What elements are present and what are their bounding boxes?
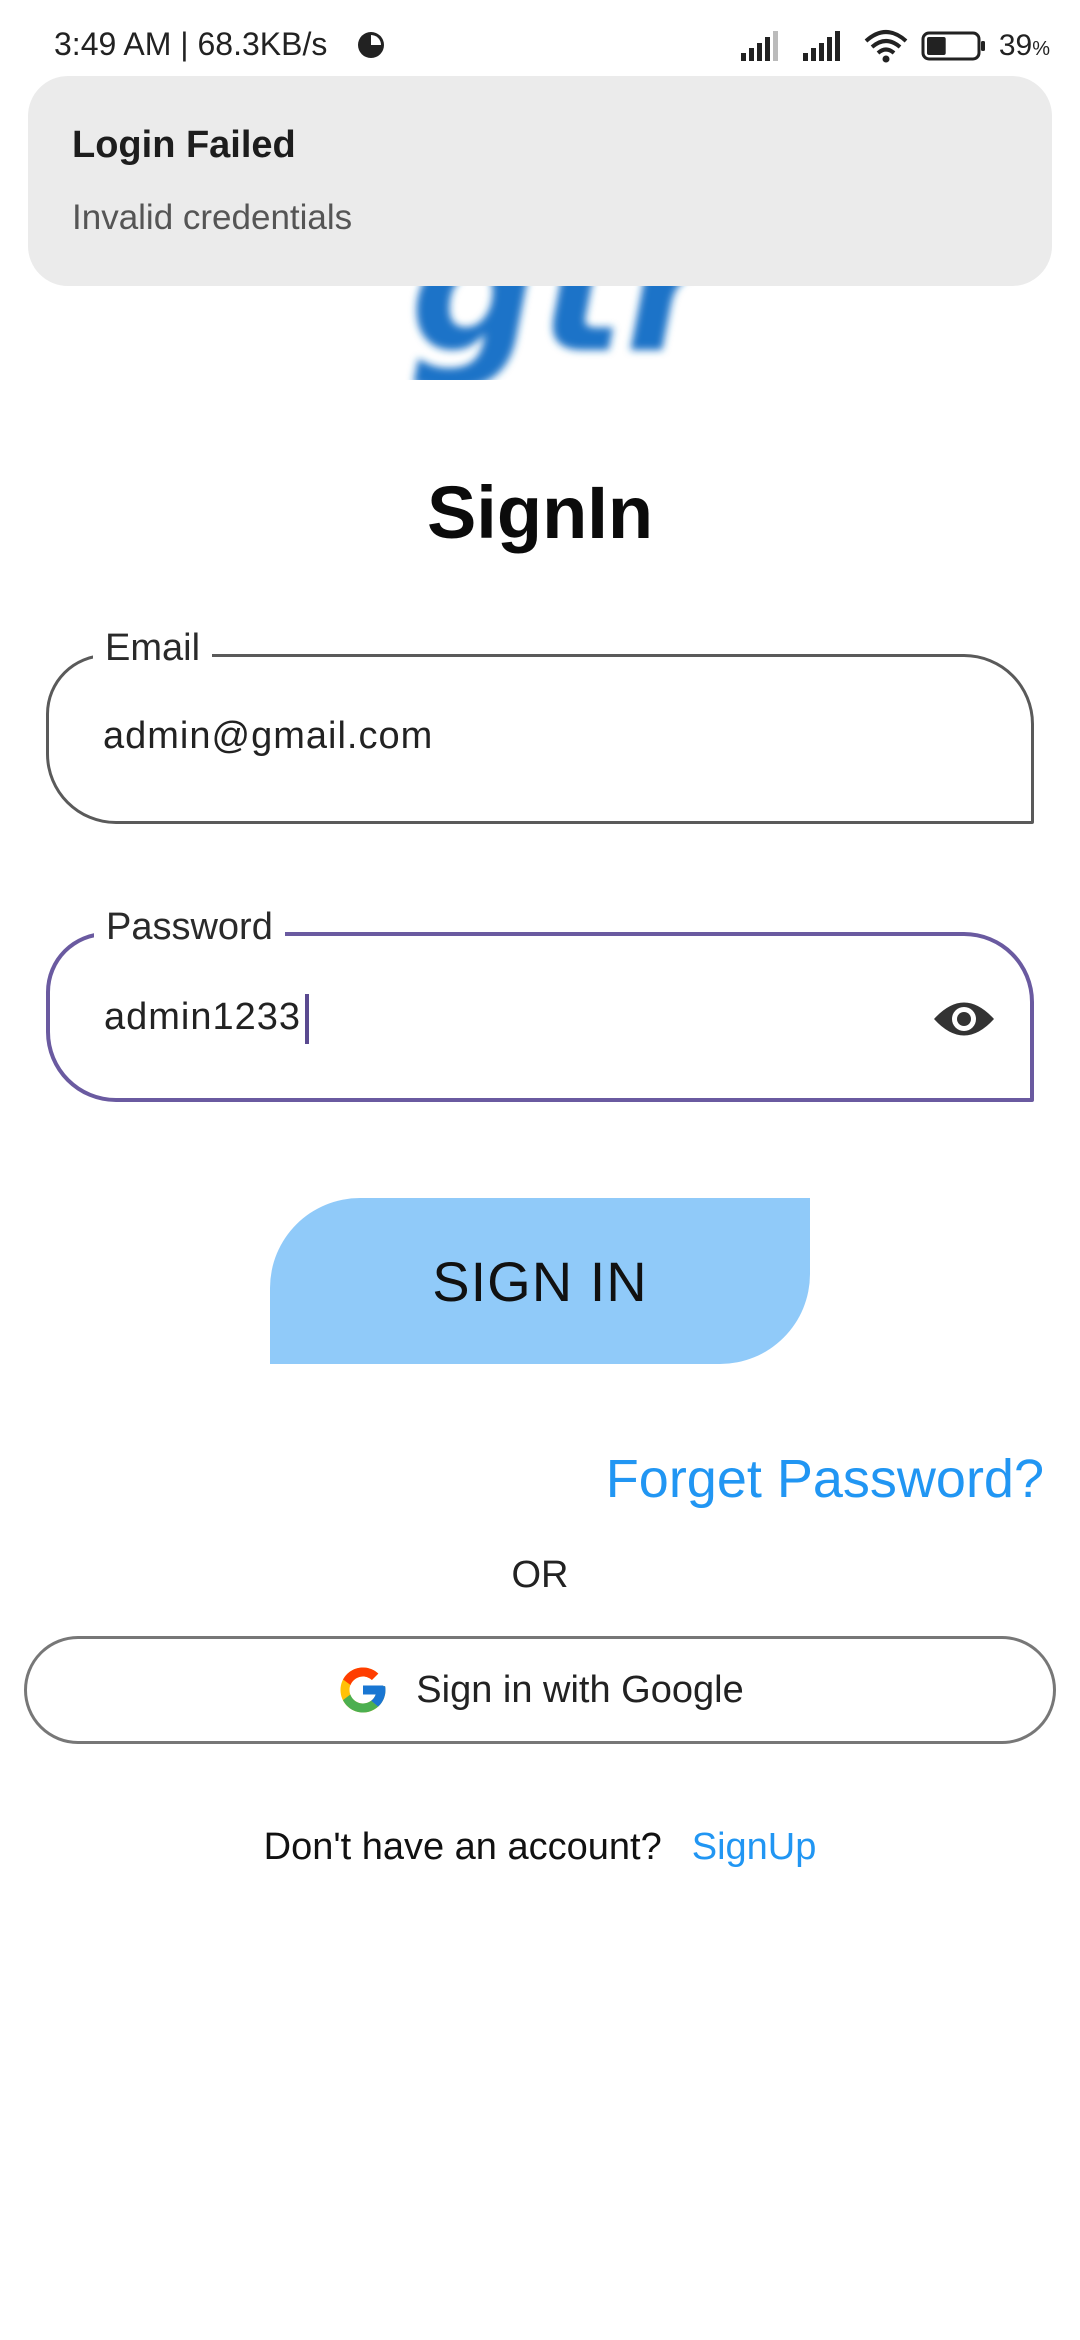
- email-field[interactable]: Email admin@gmail.com: [46, 627, 1034, 824]
- google-button-label: Sign in with Google: [416, 1668, 744, 1711]
- wifi-icon: [864, 30, 908, 63]
- email-label: Email: [93, 627, 213, 670]
- signup-link[interactable]: SignUp: [692, 1826, 817, 1868]
- battery-icon: [921, 31, 985, 61]
- password-label: Password: [94, 906, 285, 949]
- google-icon: [340, 1667, 386, 1713]
- clock-icon: [358, 32, 384, 58]
- or-divider-text: OR: [511, 1554, 569, 1596]
- login-failed-toast: [28, 76, 1052, 286]
- toast-message: Invalid credentials: [72, 198, 353, 237]
- google-sign-in-button[interactable]: Sign in with Google: [24, 1636, 1056, 1744]
- sign-in-button[interactable]: SIGN IN: [270, 1198, 810, 1364]
- forgot-password-link[interactable]: Forget Password?: [606, 1448, 1044, 1510]
- eye-icon[interactable]: [932, 994, 996, 1044]
- signal-icon: [740, 31, 778, 61]
- password-value[interactable]: admin1233: [104, 996, 301, 1038]
- signal-icon: [802, 31, 840, 61]
- email-value[interactable]: admin@gmail.com: [103, 715, 433, 758]
- status-time: 3:49 AM | 68.3KB/s: [54, 26, 328, 62]
- password-value-wrap[interactable]: admin1233: [104, 994, 310, 1044]
- text-cursor: [305, 994, 310, 1044]
- password-field[interactable]: Password admin1233: [46, 906, 1034, 1102]
- page-title: SignIn: [426, 471, 654, 554]
- status-icons: 39%: [739, 24, 1050, 68]
- battery-percent: 39%: [998, 29, 1050, 62]
- signup-row: Don't have an account? SignUp: [0, 1826, 1080, 1869]
- toast-title: Login Failed: [72, 124, 296, 166]
- signup-prompt: Don't have an account?: [263, 1826, 662, 1868]
